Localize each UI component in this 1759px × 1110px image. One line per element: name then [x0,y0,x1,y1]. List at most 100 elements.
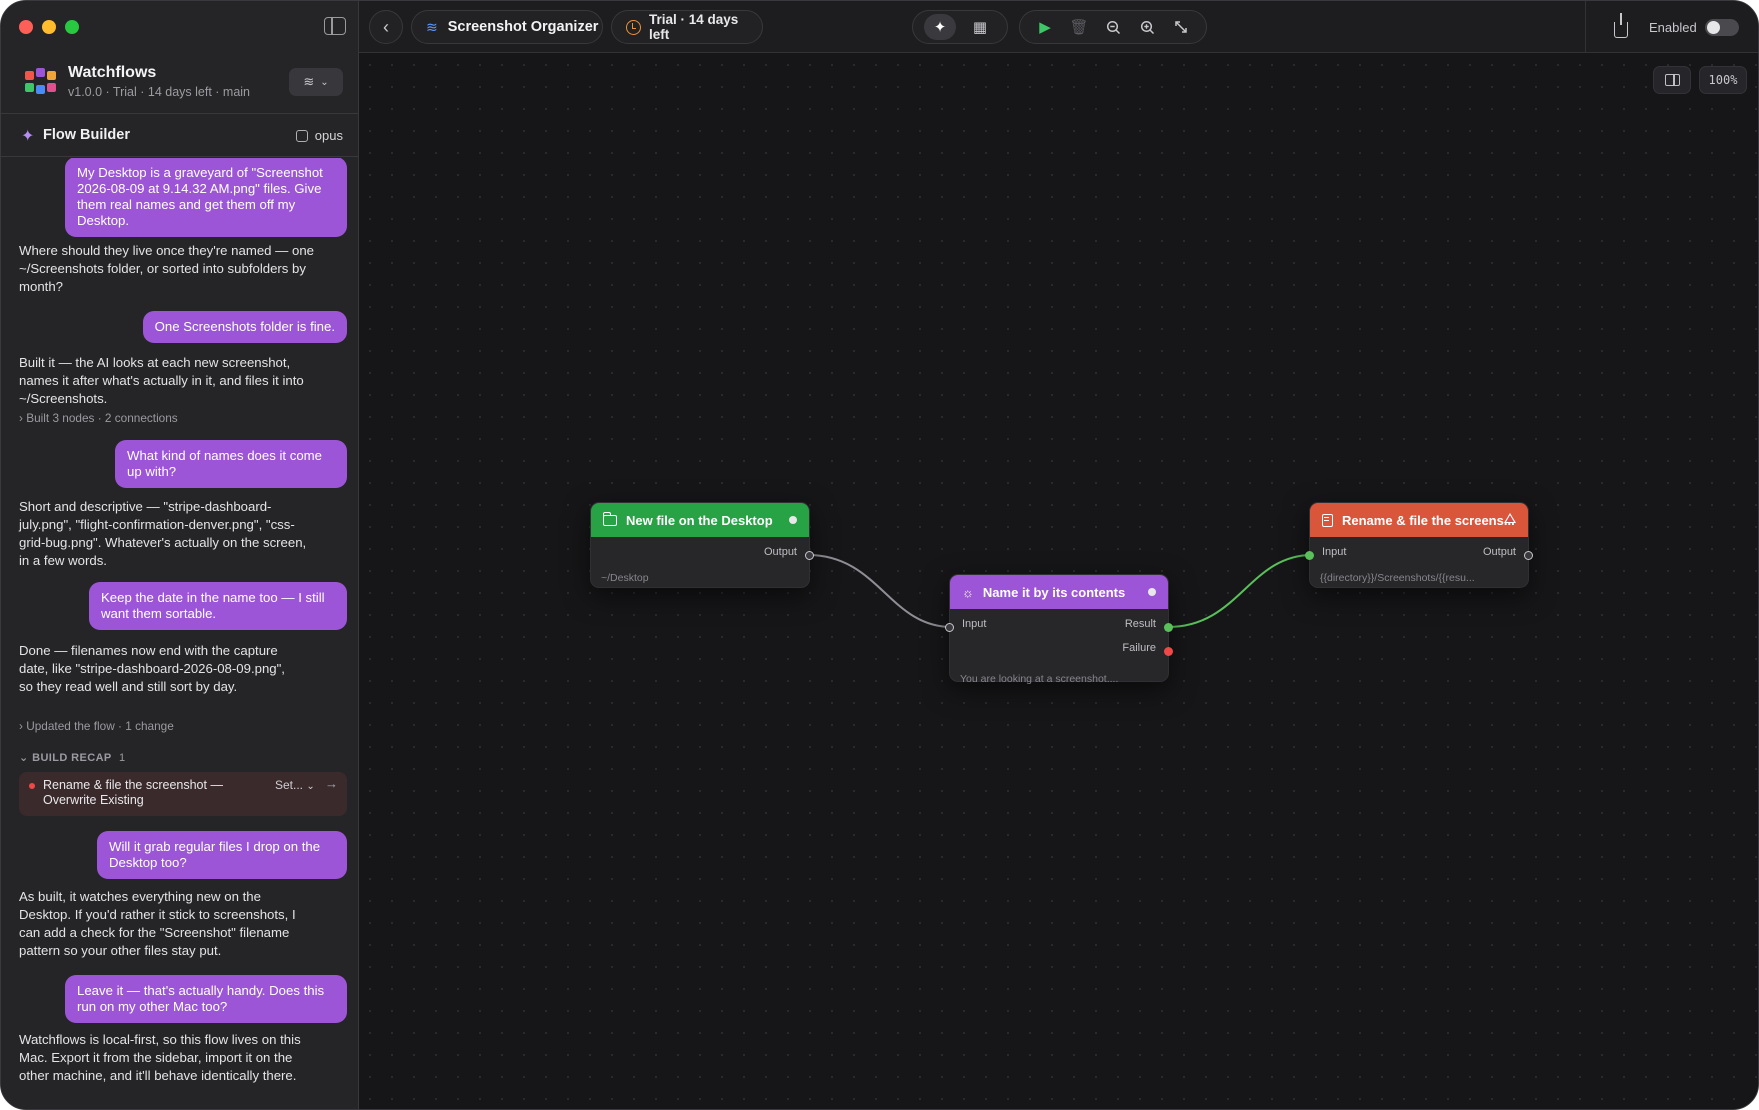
trigger-node[interactable]: New file on the Desktop Output ~/Desktop [590,502,814,588]
flow-icon: ≋ [426,18,438,35]
ai-node[interactable]: ☼ Name it by its contents Input Result F… [945,574,1173,685]
failure-port[interactable] [1164,647,1173,656]
output-port[interactable] [805,551,814,560]
chevron-down-icon: ⌄ [19,752,29,764]
user-message: Keep the date in the name too — I still … [89,582,347,630]
app-menu-button[interactable]: ≋ ⌄ [289,68,343,96]
recap-setting-dropdown[interactable]: Set... ⌄ [275,778,315,792]
trigger-node-header[interactable]: New file on the Desktop [591,503,809,537]
user-message: Will it grab regular files I drop on the… [97,831,347,879]
sidebar: Watchflows v1.0.0 · Trial · 14 days left… [1,1,359,1109]
chevron-right-icon: › [19,411,23,425]
clock-icon [626,19,641,35]
flow-builder-title: Flow Builder [43,127,130,143]
fit-view-button[interactable] [1165,14,1197,40]
failure-port-label: Failure [1122,642,1156,654]
flow-title: Screenshot Organizer [447,19,599,35]
sparkle-icon: ✦ [933,19,947,36]
share-icon [1614,13,1628,38]
assistant-message: Watchflows is local-first, so this flow … [19,1032,301,1083]
enabled-toggle[interactable] [1705,19,1739,36]
chevron-down-icon: ⌄ [306,781,315,792]
action-node-header[interactable]: Rename & file the screens... [1310,503,1528,537]
folder-icon [602,511,617,526]
build-recap-count: 1 [118,752,126,764]
toolbar: ‹ ≋ Screenshot Organizer Trial · 14 days… [359,1,1758,53]
input-port[interactable] [1305,551,1314,560]
status-dot [1148,588,1156,596]
output-port-label: Output [763,546,797,558]
build-summary-toggle[interactable]: › Built 3 nodes · 2 connections [19,411,178,425]
model-name: opus [314,128,343,143]
warning-icon [1504,513,1516,523]
input-port-label: Input [1322,546,1347,558]
output-port[interactable] [1524,551,1533,560]
zoom-out-button[interactable] [1097,14,1129,40]
flow-builder-header: ✦ Flow Builder opus [1,113,359,157]
zoom-window-button[interactable] [65,20,79,34]
connection-ai-to-action[interactable] [1167,554,1313,628]
expand-icon [1175,21,1187,33]
action-node[interactable]: Rename & file the screens... Input Outpu… [1305,502,1533,588]
zoom-out-icon [1106,20,1120,34]
connection-trigger-to-ai[interactable] [807,554,953,628]
app-name: Watchflows [68,64,157,81]
input-port-label: Input [962,618,987,630]
trial-text: Trial · 14 days left [648,12,739,42]
app-window: Watchflows v1.0.0 · Trial · 14 days left… [0,0,1759,1110]
run-button[interactable]: ▶ [1029,14,1061,40]
canvas-tools-group: ▶ 🗑 [1019,10,1207,44]
status-dot [789,516,797,524]
result-port[interactable] [1164,623,1173,632]
toolbar-divider [1585,1,1586,53]
app-logo [23,67,59,97]
grid-icon: ▦ [972,19,988,36]
user-message: My Desktop is a graveyard of "Screenshot… [65,158,347,237]
back-button[interactable]: ‹ [369,10,403,44]
close-window-button[interactable] [19,20,33,34]
trash-icon: 🗑 [1069,19,1089,36]
build-summary-text: Built 3 nodes · 2 connections [26,411,178,425]
arrow-right-icon[interactable]: → [325,776,338,791]
grid-view-button[interactable]: ▦ [964,14,996,40]
error-dot [29,783,35,789]
chevron-right-icon: › [19,719,23,733]
main-area: ‹ ≋ Screenshot Organizer Trial · 14 days… [359,1,1758,1109]
flow-canvas[interactable]: 100% New file on the Desktop Output ~/De… [359,54,1758,1109]
action-node-title: Rename & file the screens... [1342,512,1515,528]
window-controls [19,20,79,34]
minimize-window-button[interactable] [42,20,56,34]
recap-item[interactable]: Rename & file the screenshot — Overwrite… [19,772,347,816]
user-message: What kind of names does it come up with? [115,440,347,488]
assistant-message: Built it — the AI looks at each new scre… [19,355,304,406]
ai-builder-button[interactable]: ✦ [924,14,956,40]
chevron-down-icon: ⌄ [320,76,329,88]
sparkle-icon: ✦ [21,128,35,145]
chat-thread[interactable]: My Desktop is a graveyard of "Screenshot… [1,158,359,1109]
recap-item-text: Rename & file the screenshot — Overwrite… [43,778,223,807]
ai-chat-icon: ☼ [962,584,974,600]
share-button[interactable] [1599,10,1643,44]
update-summary-text: Updated the flow · 1 change [26,719,174,733]
ai-node-header[interactable]: ☼ Name it by its contents [950,575,1168,609]
sidebar-toggle-icon[interactable] [324,17,346,35]
delete-button[interactable]: 🗑 [1063,14,1095,40]
enabled-label: Enabled [1649,20,1697,35]
zoom-in-icon [1140,20,1154,34]
trial-badge[interactable]: Trial · 14 days left [611,10,763,44]
user-message: One Screenshots folder is fine. [142,311,347,343]
filter-icon: ≋ [303,74,315,89]
chip-icon [295,129,308,142]
output-port-label: Output [1482,546,1516,558]
model-selector[interactable]: opus [295,128,343,143]
zoom-in-button[interactable] [1131,14,1163,40]
app-header: Watchflows v1.0.0 · Trial · 14 days left… [1,59,359,113]
build-recap-toggle[interactable]: ⌄ BUILD RECAP 1 [19,751,125,764]
update-summary-toggle[interactable]: › Updated the flow · 1 change [19,719,174,733]
app-version: v1.0.0 · Trial · 14 days left · main [68,85,251,99]
trigger-node-detail: ~/Desktop [601,572,649,584]
user-message: Leave it — that's actually handy. Does t… [65,975,347,1023]
flow-title-pill[interactable]: ≋ Screenshot Organizer [411,10,603,44]
input-port[interactable] [945,623,954,632]
assistant-message: Done — filenames now end with the captur… [19,643,285,694]
